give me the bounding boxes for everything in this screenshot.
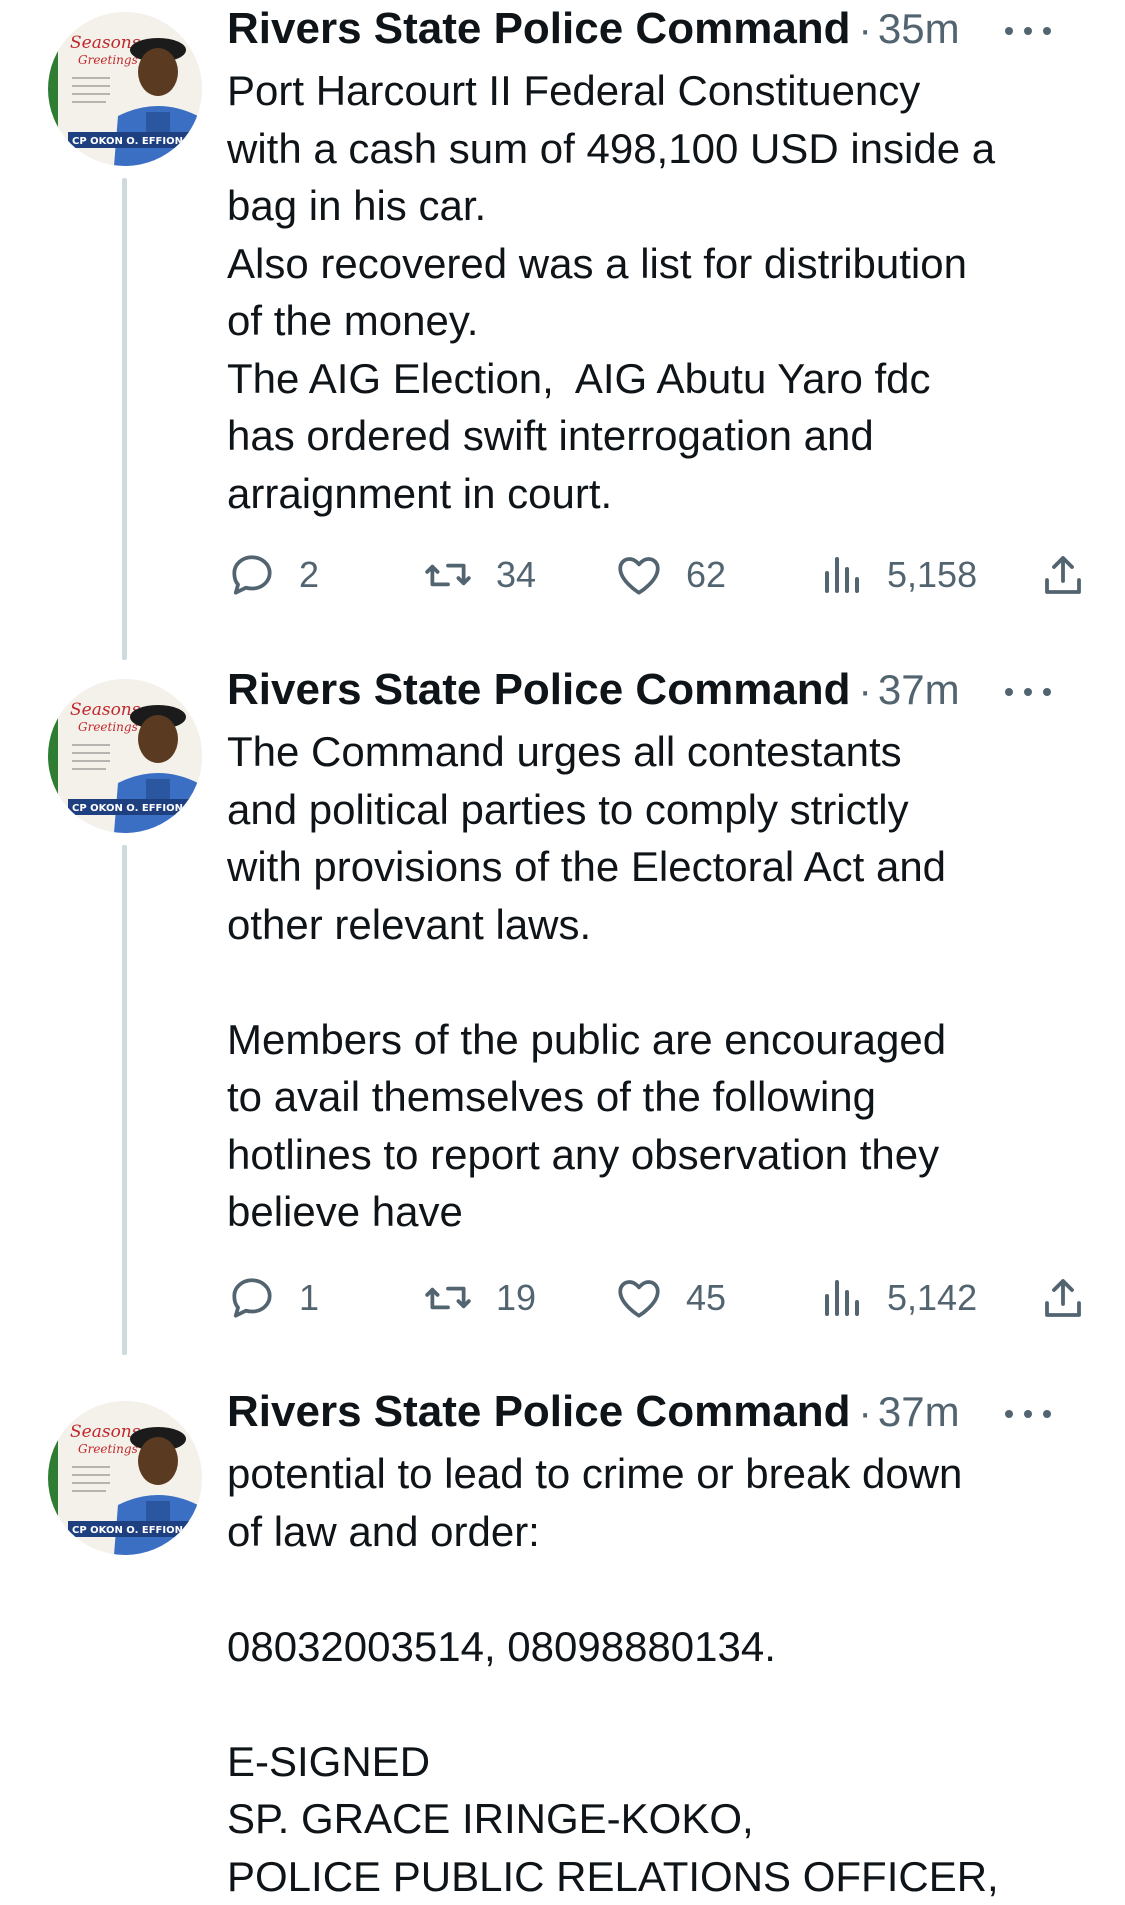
retweet-button[interactable]: 19 <box>422 1268 536 1328</box>
separator: · <box>858 1391 872 1435</box>
tweet-header: Rivers State Police Command · 37m <box>227 1387 1085 1445</box>
tweet-text-line: with a cash sum of 498,100 USD inside a <box>227 124 996 172</box>
retweet-count: 19 <box>496 1277 537 1318</box>
views-icon <box>825 557 859 593</box>
retweet-count: 34 <box>496 554 537 595</box>
tweet-text-line: and political parties to comply strictly <box>227 785 909 833</box>
author-name[interactable]: Rivers State Police Command <box>227 665 851 715</box>
reply-icon <box>232 555 272 595</box>
avatar-name-band: CP OKON O. EFFIONG <box>72 136 191 147</box>
reply-count: 1 <box>299 1277 320 1318</box>
timestamp[interactable]: 37m <box>878 1388 960 1436</box>
tweet-content: Rivers State Police Command · 35m Port H… <box>227 4 1085 522</box>
views-button[interactable]: 5,142 <box>817 1268 977 1328</box>
avatar-name-band: CP OKON O. EFFIONG <box>72 1525 191 1536</box>
separator: · <box>858 8 872 52</box>
tweet-text-line: has ordered swift interrogation and <box>227 412 874 459</box>
avatar-name-band: CP OKON O. EFFIONG <box>72 803 191 814</box>
tweet-text-line <box>227 1560 1085 1618</box>
timestamp[interactable]: 35m <box>878 5 960 53</box>
like-icon <box>618 557 660 595</box>
tweet-text-line: believe have <box>227 1188 463 1235</box>
like-count: 45 <box>686 1277 727 1318</box>
avatar-greeting-2: Greetings <box>78 1442 138 1456</box>
reply-icon <box>232 1278 272 1318</box>
tweet-text-line: Members of the public are encouraged <box>227 1015 947 1063</box>
like-button[interactable]: 62 <box>614 545 726 605</box>
more-icon[interactable] <box>1005 685 1051 699</box>
tweet-text-line: E-SIGNED <box>227 1737 431 1785</box>
tweet-header: Rivers State Police Command · 35m <box>227 4 1085 62</box>
tweet-text-line: Port Harcourt II Federal Constituency <box>227 67 921 114</box>
tweet-text-line: SP. GRACE IRINGE-KOKO, <box>227 1795 754 1842</box>
tweet-text-line: of law and order: <box>227 1507 540 1555</box>
tweet-text-line <box>227 953 1085 1011</box>
tweet-text-line: potential to lead to crime or break down <box>227 1450 963 1497</box>
tweet-content: Rivers State Police Command · 37m potent… <box>227 1387 1085 1905</box>
retweet-icon <box>425 563 471 587</box>
share-button[interactable] <box>1039 1268 1087 1328</box>
tweet-text-line: of the money. <box>227 297 479 344</box>
views-count: 5,142 <box>887 1277 978 1318</box>
share-button[interactable] <box>1039 545 1087 605</box>
tweet-text-line: with provisions of the Electoral Act and <box>227 843 947 890</box>
reply-button[interactable]: 1 <box>227 1268 319 1328</box>
share-icon <box>1045 1279 1081 1317</box>
avatar-image: Seasons Greetings CP OKON O. EFFIONG <box>48 12 202 166</box>
reply-button[interactable]: 2 <box>227 545 319 605</box>
retweet-button[interactable]: 34 <box>422 545 536 605</box>
tweet-actions: 1 19 45 5,142 <box>227 1268 1087 1328</box>
tweet-text-line: 08032003514, 08098880134. <box>227 1622 776 1670</box>
tweet-text-line: The AIG Election, AIG Abutu Yaro fdc <box>227 354 931 402</box>
like-icon <box>618 1280 660 1318</box>
tweet-text: potential to lead to crime or break down… <box>227 1445 1085 1905</box>
author-name[interactable]: Rivers State Police Command <box>227 1387 851 1437</box>
views-count: 5,158 <box>887 554 978 595</box>
tweet[interactable]: Seasons Greetings CP OKON O. EFFIONG Riv… <box>0 0 1125 660</box>
avatar[interactable]: Seasons Greetings CP OKON O. EFFIONG <box>48 1401 202 1555</box>
tweet-text-line <box>227 1675 1085 1733</box>
avatar[interactable]: Seasons Greetings CP OKON O. EFFIONG <box>48 12 202 166</box>
tweet-text-line: The Command urges all contestants <box>227 728 902 775</box>
more-icon[interactable] <box>1005 1407 1051 1421</box>
tweet[interactable]: Seasons Greetings CP OKON O. EFFIONG Riv… <box>0 1387 1125 1905</box>
avatar[interactable]: Seasons Greetings CP OKON O. EFFIONG <box>48 679 202 833</box>
thread-line <box>122 845 127 1355</box>
tweet-text: Port Harcourt II Federal Constituency wi… <box>227 62 1085 522</box>
timestamp[interactable]: 37m <box>878 666 960 714</box>
like-button[interactable]: 45 <box>614 1268 726 1328</box>
tweet-actions: 2 34 62 5,158 <box>227 545 1087 605</box>
avatar-image: Seasons Greetings CP OKON O. EFFIONG <box>48 679 202 833</box>
thread-line <box>122 178 127 660</box>
tweet-text-line: POLICE PUBLIC RELATIONS OFFICER, <box>227 1852 999 1900</box>
tweet-text-line: bag in his car. <box>227 182 487 229</box>
tweet[interactable]: Seasons Greetings CP OKON O. EFFIONG Riv… <box>0 665 1125 1385</box>
retweet-icon <box>425 1286 471 1310</box>
views-icon <box>825 1280 859 1316</box>
tweet-text-line: to avail themselves of the following <box>227 1073 877 1120</box>
like-count: 62 <box>686 554 727 595</box>
tweet-content: Rivers State Police Command · 37m The Co… <box>227 665 1085 1241</box>
reply-count: 2 <box>299 554 320 595</box>
views-button[interactable]: 5,158 <box>817 545 977 605</box>
author-name[interactable]: Rivers State Police Command <box>227 4 851 54</box>
more-icon[interactable] <box>1005 24 1051 38</box>
separator: · <box>858 669 872 713</box>
share-icon <box>1045 556 1081 594</box>
tweet-header: Rivers State Police Command · 37m <box>227 665 1085 723</box>
tweet-text: The Command urges all contestants and po… <box>227 723 1085 1241</box>
tweet-text-line: arraignment in court. <box>227 469 613 517</box>
avatar-greeting-2: Greetings <box>78 720 138 734</box>
tweet-text-line: hotlines to report any observation they <box>227 1130 940 1178</box>
avatar-image: Seasons Greetings CP OKON O. EFFIONG <box>48 1401 202 1555</box>
avatar-greeting-2: Greetings <box>78 53 138 67</box>
tweet-text-line: Also recovered was a list for distributi… <box>227 239 967 287</box>
tweet-text-line: other relevant laws. <box>227 900 592 948</box>
